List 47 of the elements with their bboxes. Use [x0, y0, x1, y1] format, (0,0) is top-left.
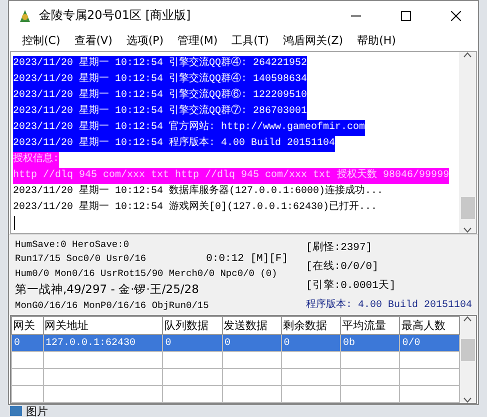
column-header[interactable]: 平均流量	[340, 316, 400, 334]
scrollbar[interactable]	[459, 52, 476, 234]
scroll-down-icon[interactable]	[463, 397, 472, 403]
log-line: 2023/11/20 星期一 10:12:54 数据库服务器(127.0.0.1:6000)连接成功...	[13, 184, 384, 200]
log-line: 2023/11/20 星期一 10:12:54 游戏网关[0](127.0.0.1:62430)已打开...	[13, 200, 378, 216]
version-text: 程序版本: 4.00 Build 20151104	[306, 298, 472, 311]
scroll-thumb[interactable]	[460, 338, 475, 360]
column-header[interactable]: 网关	[12, 316, 44, 334]
taskbar-label: 图片	[26, 405, 48, 417]
menu-item[interactable]: 鸿盾网关(Z)	[276, 33, 350, 48]
table-cell: 0/0	[400, 334, 460, 352]
menu-item[interactable]: 帮助(H)	[350, 33, 403, 48]
text-cursor	[14, 216, 15, 230]
counter-text: [在线:0/0/0]	[306, 259, 378, 273]
scroll-thumb[interactable]	[460, 196, 474, 219]
status-text: Hum0/0 Mon0/16 UsrRot15/90 Merch0/0 Npc0/0 (0)	[15, 268, 278, 280]
counter-text: [刷怪:2397]	[306, 240, 372, 254]
column-header[interactable]: 队列数据	[162, 316, 222, 334]
table-cell: 127.0.0.1:62430	[43, 334, 163, 352]
column-header[interactable]: 剩余数据	[281, 316, 341, 334]
status-text: MonG0/16/16 MonP0/16/16 ObjRun0/15	[15, 300, 210, 312]
status-text: Run17/15 Soc0/0 Usr0/16	[15, 253, 146, 266]
timer-text: 0:0:12 [M][F]	[206, 253, 288, 266]
table-cell: 0b	[340, 334, 400, 352]
column-header[interactable]: 最高人数	[400, 316, 460, 334]
window-title: 金陵专属20号01区 [商业版]	[39, 7, 192, 24]
status-text: 第一战神,49/297 - 金·锣·王/25/28	[15, 282, 200, 298]
app-icon	[17, 8, 33, 24]
column-header[interactable]: 发送数据	[222, 316, 282, 334]
scroll-up-icon[interactable]	[463, 52, 472, 58]
image-folder-icon	[10, 406, 22, 416]
table-cell: 0	[162, 334, 222, 352]
menu-item[interactable]: 工具(T)	[224, 33, 276, 48]
menu-item[interactable]: 查看(V)	[67, 33, 120, 48]
menu-item[interactable]: 管理(M)	[170, 33, 225, 48]
scroll-up-icon[interactable]	[463, 316, 472, 322]
menu-item[interactable]: 选项(P)	[119, 33, 171, 48]
table-cell: 0	[222, 334, 282, 352]
table-cell: 0	[12, 334, 44, 352]
scroll-down-icon[interactable]	[463, 227, 472, 234]
table-cell: 0	[281, 334, 341, 352]
menu-item[interactable]: 控制(C)	[15, 33, 68, 48]
column-header[interactable]: 网关地址	[43, 316, 163, 334]
scrollbar[interactable]	[460, 316, 476, 403]
status-text: HumSave:0 HeroSave:0	[15, 239, 130, 250]
table-row[interactable]: 0 127.0.0.1:62430 0 0 0 0b 0/0	[12, 334, 460, 352]
counter-text: [引擎:0.0001天]	[306, 278, 396, 292]
